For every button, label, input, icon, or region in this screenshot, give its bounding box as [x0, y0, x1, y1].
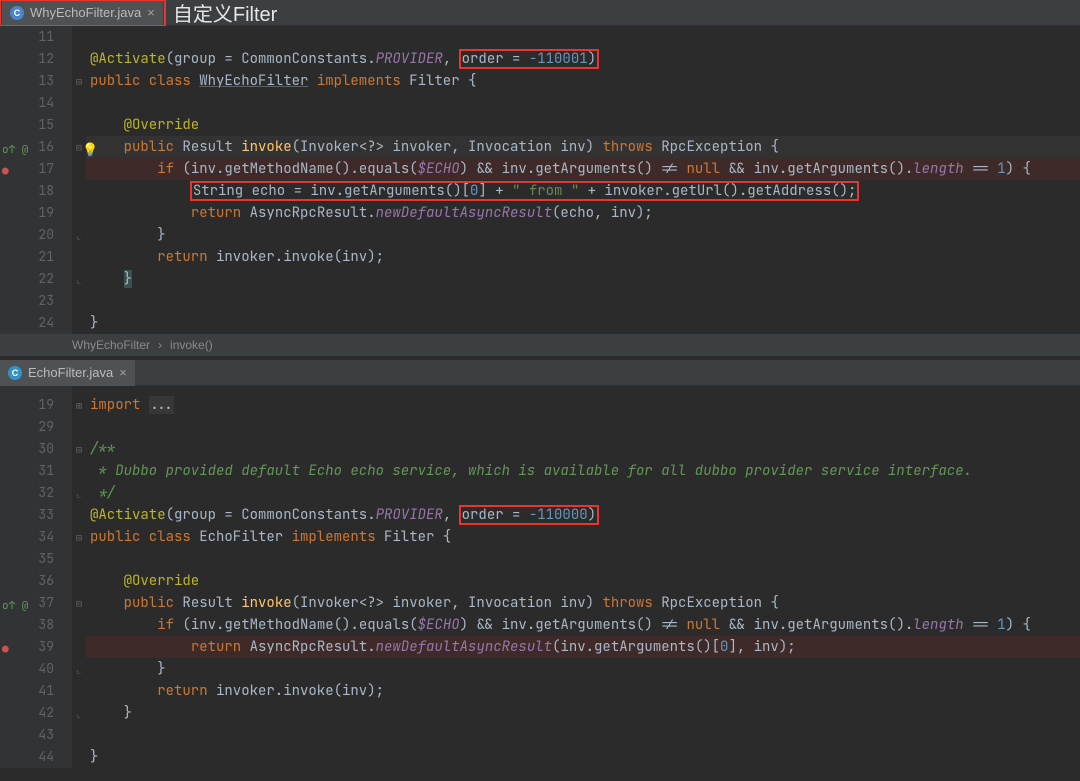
tab-filename: WhyEchoFilter.java	[30, 5, 141, 20]
fold-column-1[interactable]: ⊟ ⊟ ⌞ ⌞	[72, 26, 86, 334]
java-class-icon: C	[8, 366, 22, 380]
code-lines-1[interactable]: @Activate(group = CommonConstants.PROVID…	[86, 26, 1080, 334]
tab-filename: EchoFilter.java	[28, 365, 113, 380]
java-class-icon: C	[10, 6, 24, 20]
close-icon[interactable]: ×	[147, 5, 155, 20]
code-lines-2[interactable]: import ... /** * Dubbo provided default …	[86, 386, 1080, 768]
breadcrumb-1[interactable]: WhyEchoFilter › invoke()	[0, 334, 1080, 356]
close-icon[interactable]: ×	[119, 365, 127, 380]
file-tab-whyechofilter[interactable]: C WhyEchoFilter.java ×	[2, 0, 163, 26]
tab-bar-2: C EchoFilter.java ×	[0, 360, 1080, 386]
chevron-right-icon: ›	[158, 338, 162, 352]
editor-pane-2: C EchoFilter.java × 19 29 30 31 32 33 34…	[0, 360, 1080, 768]
gutter-2: 19 29 30 31 32 33 34 35 36 o↑ @37 38 ●39…	[0, 386, 72, 768]
code-area-1[interactable]: 11 12 13 14 15 o↑ @16 ●17 18 19 20 21 22…	[0, 26, 1080, 334]
breadcrumb-class[interactable]: WhyEchoFilter	[72, 338, 150, 352]
fold-column-2[interactable]: ⊞ ⊟ ⌞ ⊟ ⊟ ⌞ ⌞	[72, 386, 86, 768]
breadcrumb-method[interactable]: invoke()	[170, 338, 213, 352]
tab-annotation: 自定义Filter	[173, 0, 277, 27]
file-tab-echofilter[interactable]: C EchoFilter.java ×	[0, 360, 135, 386]
tab-bar-1: C WhyEchoFilter.java × 自定义Filter	[0, 0, 1080, 26]
gutter-1: 11 12 13 14 15 o↑ @16 ●17 18 19 20 21 22…	[0, 26, 72, 334]
editor-pane-1: C WhyEchoFilter.java × 自定义Filter 11 12 1…	[0, 0, 1080, 360]
code-area-2[interactable]: 19 29 30 31 32 33 34 35 36 o↑ @37 38 ●39…	[0, 386, 1080, 768]
